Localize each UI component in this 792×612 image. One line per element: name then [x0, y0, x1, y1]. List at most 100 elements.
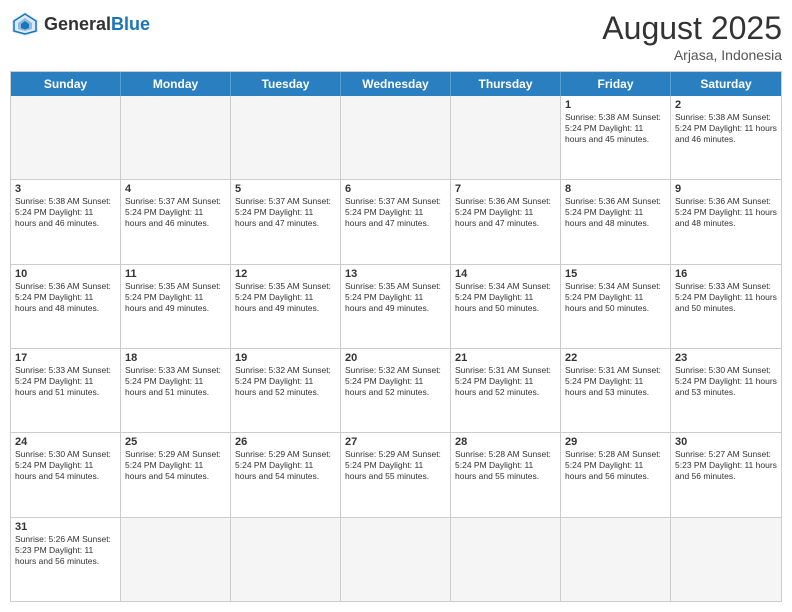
- cell-info: Sunrise: 5:36 AM Sunset: 5:24 PM Dayligh…: [565, 196, 666, 229]
- cell-info: Sunrise: 5:34 AM Sunset: 5:24 PM Dayligh…: [565, 281, 666, 314]
- logo-text: GeneralBlue: [44, 14, 150, 35]
- cell-day-number: 23: [675, 352, 777, 364]
- cell-info: Sunrise: 5:28 AM Sunset: 5:24 PM Dayligh…: [565, 449, 666, 482]
- col-header-thursday: Thursday: [451, 72, 561, 96]
- cell-info: Sunrise: 5:36 AM Sunset: 5:24 PM Dayligh…: [15, 281, 116, 314]
- cell-day-number: 29: [565, 436, 666, 448]
- calendar-cell: [561, 518, 671, 601]
- calendar-cell: 27Sunrise: 5:29 AM Sunset: 5:24 PM Dayli…: [341, 433, 451, 516]
- calendar-cell: 20Sunrise: 5:32 AM Sunset: 5:24 PM Dayli…: [341, 349, 451, 432]
- calendar-cell: 21Sunrise: 5:31 AM Sunset: 5:24 PM Dayli…: [451, 349, 561, 432]
- cell-info: Sunrise: 5:33 AM Sunset: 5:24 PM Dayligh…: [125, 365, 226, 398]
- calendar-cell: [341, 518, 451, 601]
- calendar-cell: 18Sunrise: 5:33 AM Sunset: 5:24 PM Dayli…: [121, 349, 231, 432]
- title-location: Arjasa, Indonesia: [602, 47, 782, 63]
- cell-info: Sunrise: 5:30 AM Sunset: 5:24 PM Dayligh…: [675, 365, 777, 398]
- calendar-body: 1Sunrise: 5:38 AM Sunset: 5:24 PM Daylig…: [11, 96, 781, 601]
- calendar-cell: 11Sunrise: 5:35 AM Sunset: 5:24 PM Dayli…: [121, 265, 231, 348]
- week-row-4: 24Sunrise: 5:30 AM Sunset: 5:24 PM Dayli…: [11, 432, 781, 516]
- cell-day-number: 30: [675, 436, 777, 448]
- cell-day-number: 26: [235, 436, 336, 448]
- cell-day-number: 3: [15, 183, 116, 195]
- cell-day-number: 7: [455, 183, 556, 195]
- calendar-cell: 12Sunrise: 5:35 AM Sunset: 5:24 PM Dayli…: [231, 265, 341, 348]
- cell-day-number: 2: [675, 99, 777, 111]
- calendar-cell: [451, 96, 561, 179]
- cell-info: Sunrise: 5:37 AM Sunset: 5:24 PM Dayligh…: [235, 196, 336, 229]
- cell-info: Sunrise: 5:27 AM Sunset: 5:23 PM Dayligh…: [675, 449, 777, 482]
- cell-day-number: 21: [455, 352, 556, 364]
- calendar-cell: 8Sunrise: 5:36 AM Sunset: 5:24 PM Daylig…: [561, 180, 671, 263]
- cell-day-number: 14: [455, 268, 556, 280]
- cell-day-number: 31: [15, 521, 116, 533]
- cell-info: Sunrise: 5:33 AM Sunset: 5:24 PM Dayligh…: [675, 281, 777, 314]
- cell-day-number: 22: [565, 352, 666, 364]
- cell-day-number: 27: [345, 436, 446, 448]
- cell-info: Sunrise: 5:38 AM Sunset: 5:24 PM Dayligh…: [15, 196, 116, 229]
- calendar-cell: 1Sunrise: 5:38 AM Sunset: 5:24 PM Daylig…: [561, 96, 671, 179]
- calendar: SundayMondayTuesdayWednesdayThursdayFrid…: [10, 71, 782, 602]
- calendar-cell: [231, 96, 341, 179]
- cell-info: Sunrise: 5:38 AM Sunset: 5:24 PM Dayligh…: [565, 112, 666, 145]
- week-row-5: 31Sunrise: 5:26 AM Sunset: 5:23 PM Dayli…: [11, 517, 781, 601]
- logo: GeneralBlue: [10, 10, 150, 38]
- calendar-cell: 15Sunrise: 5:34 AM Sunset: 5:24 PM Dayli…: [561, 265, 671, 348]
- cell-info: Sunrise: 5:30 AM Sunset: 5:24 PM Dayligh…: [15, 449, 116, 482]
- cell-info: Sunrise: 5:36 AM Sunset: 5:24 PM Dayligh…: [675, 196, 777, 229]
- calendar-cell: 9Sunrise: 5:36 AM Sunset: 5:24 PM Daylig…: [671, 180, 781, 263]
- cell-day-number: 15: [565, 268, 666, 280]
- calendar-header: SundayMondayTuesdayWednesdayThursdayFrid…: [11, 72, 781, 96]
- col-header-monday: Monday: [121, 72, 231, 96]
- cell-info: Sunrise: 5:31 AM Sunset: 5:24 PM Dayligh…: [455, 365, 556, 398]
- col-header-friday: Friday: [561, 72, 671, 96]
- calendar-cell: 10Sunrise: 5:36 AM Sunset: 5:24 PM Dayli…: [11, 265, 121, 348]
- cell-day-number: 25: [125, 436, 226, 448]
- calendar-cell: [11, 96, 121, 179]
- calendar-cell: [341, 96, 451, 179]
- cell-info: Sunrise: 5:28 AM Sunset: 5:24 PM Dayligh…: [455, 449, 556, 482]
- calendar-cell: 14Sunrise: 5:34 AM Sunset: 5:24 PM Dayli…: [451, 265, 561, 348]
- cell-info: Sunrise: 5:35 AM Sunset: 5:24 PM Dayligh…: [125, 281, 226, 314]
- page: GeneralBlue August 2025 Arjasa, Indonesi…: [0, 0, 792, 612]
- cell-info: Sunrise: 5:35 AM Sunset: 5:24 PM Dayligh…: [235, 281, 336, 314]
- calendar-cell: [121, 518, 231, 601]
- calendar-cell: 24Sunrise: 5:30 AM Sunset: 5:24 PM Dayli…: [11, 433, 121, 516]
- calendar-cell: 22Sunrise: 5:31 AM Sunset: 5:24 PM Dayli…: [561, 349, 671, 432]
- logo-icon: [10, 10, 40, 38]
- week-row-1: 3Sunrise: 5:38 AM Sunset: 5:24 PM Daylig…: [11, 179, 781, 263]
- col-header-sunday: Sunday: [11, 72, 121, 96]
- calendar-cell: 28Sunrise: 5:28 AM Sunset: 5:24 PM Dayli…: [451, 433, 561, 516]
- cell-day-number: 13: [345, 268, 446, 280]
- week-row-2: 10Sunrise: 5:36 AM Sunset: 5:24 PM Dayli…: [11, 264, 781, 348]
- calendar-cell: 29Sunrise: 5:28 AM Sunset: 5:24 PM Dayli…: [561, 433, 671, 516]
- cell-day-number: 9: [675, 183, 777, 195]
- cell-day-number: 16: [675, 268, 777, 280]
- calendar-cell: 7Sunrise: 5:36 AM Sunset: 5:24 PM Daylig…: [451, 180, 561, 263]
- cell-info: Sunrise: 5:29 AM Sunset: 5:24 PM Dayligh…: [125, 449, 226, 482]
- col-header-wednesday: Wednesday: [341, 72, 451, 96]
- cell-day-number: 8: [565, 183, 666, 195]
- cell-day-number: 18: [125, 352, 226, 364]
- calendar-cell: 13Sunrise: 5:35 AM Sunset: 5:24 PM Dayli…: [341, 265, 451, 348]
- cell-info: Sunrise: 5:32 AM Sunset: 5:24 PM Dayligh…: [235, 365, 336, 398]
- calendar-cell: 25Sunrise: 5:29 AM Sunset: 5:24 PM Dayli…: [121, 433, 231, 516]
- col-header-tuesday: Tuesday: [231, 72, 341, 96]
- calendar-cell: 16Sunrise: 5:33 AM Sunset: 5:24 PM Dayli…: [671, 265, 781, 348]
- cell-day-number: 19: [235, 352, 336, 364]
- cell-day-number: 1: [565, 99, 666, 111]
- calendar-cell: 26Sunrise: 5:29 AM Sunset: 5:24 PM Dayli…: [231, 433, 341, 516]
- calendar-cell: 2Sunrise: 5:38 AM Sunset: 5:24 PM Daylig…: [671, 96, 781, 179]
- calendar-cell: 4Sunrise: 5:37 AM Sunset: 5:24 PM Daylig…: [121, 180, 231, 263]
- calendar-cell: 31Sunrise: 5:26 AM Sunset: 5:23 PM Dayli…: [11, 518, 121, 601]
- title-month: August 2025: [602, 10, 782, 47]
- cell-info: Sunrise: 5:31 AM Sunset: 5:24 PM Dayligh…: [565, 365, 666, 398]
- calendar-cell: 30Sunrise: 5:27 AM Sunset: 5:23 PM Dayli…: [671, 433, 781, 516]
- calendar-cell: [231, 518, 341, 601]
- cell-day-number: 11: [125, 268, 226, 280]
- calendar-cell: [121, 96, 231, 179]
- cell-day-number: 10: [15, 268, 116, 280]
- cell-info: Sunrise: 5:26 AM Sunset: 5:23 PM Dayligh…: [15, 534, 116, 567]
- cell-day-number: 12: [235, 268, 336, 280]
- cell-day-number: 28: [455, 436, 556, 448]
- cell-info: Sunrise: 5:38 AM Sunset: 5:24 PM Dayligh…: [675, 112, 777, 145]
